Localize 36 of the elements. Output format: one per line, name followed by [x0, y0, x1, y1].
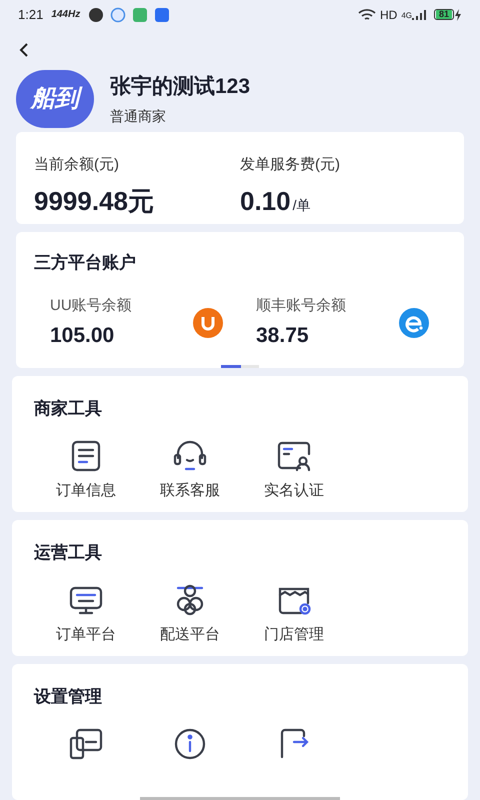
tool-item[interactable]: 实名认证: [242, 436, 346, 502]
wifi-icon: [358, 8, 376, 22]
merchant-type: 普通商家: [110, 107, 167, 126]
tool-item[interactable]: 门店管理: [242, 580, 346, 646]
ring-icon: [110, 6, 126, 23]
e-logo-icon: [398, 307, 430, 339]
dark-circle-icon: [88, 6, 104, 23]
account-label: 顺丰账号余额: [256, 296, 347, 316]
account-balance: 105.00: [50, 322, 116, 348]
message-app-icon: [132, 6, 148, 23]
translate-app-icon: [154, 6, 170, 23]
card-title: 三方平台账户: [34, 252, 137, 274]
tool-item[interactable]: 配送平台: [138, 580, 242, 646]
u-logo-icon: [192, 307, 224, 339]
merchant-name: 张宇的测试123: [110, 74, 250, 100]
tool-item[interactable]: 订单平台: [34, 580, 138, 646]
charging-icon: [454, 8, 462, 21]
section-title: 运营工具: [34, 542, 103, 564]
tool-item[interactable]: 联系客服: [138, 436, 242, 502]
status-time: 1:21: [18, 6, 44, 24]
refresh-rate: 144Hz: [51, 8, 80, 22]
tool-item[interactable]: 订单信息: [34, 436, 138, 502]
signal-type: 4G: [401, 10, 412, 22]
balance-label: 当前余额(元): [34, 154, 120, 175]
signal-icon: [412, 8, 426, 21]
battery-indicator: 81: [434, 9, 454, 20]
balance-value: 9999.48元: [34, 185, 154, 218]
section-title: 设置管理: [34, 686, 103, 708]
network-label: HD: [380, 6, 398, 24]
account-label: UU账号余额: [50, 296, 133, 316]
avatar-logo: 船到: [16, 70, 94, 128]
account-balance: 38.75: [256, 322, 310, 348]
balance-label: 发单服务费(元): [240, 154, 341, 175]
balance-value: 0.10: [240, 185, 291, 218]
unit-label: /单: [292, 196, 310, 216]
section-title: 商家工具: [34, 398, 103, 420]
